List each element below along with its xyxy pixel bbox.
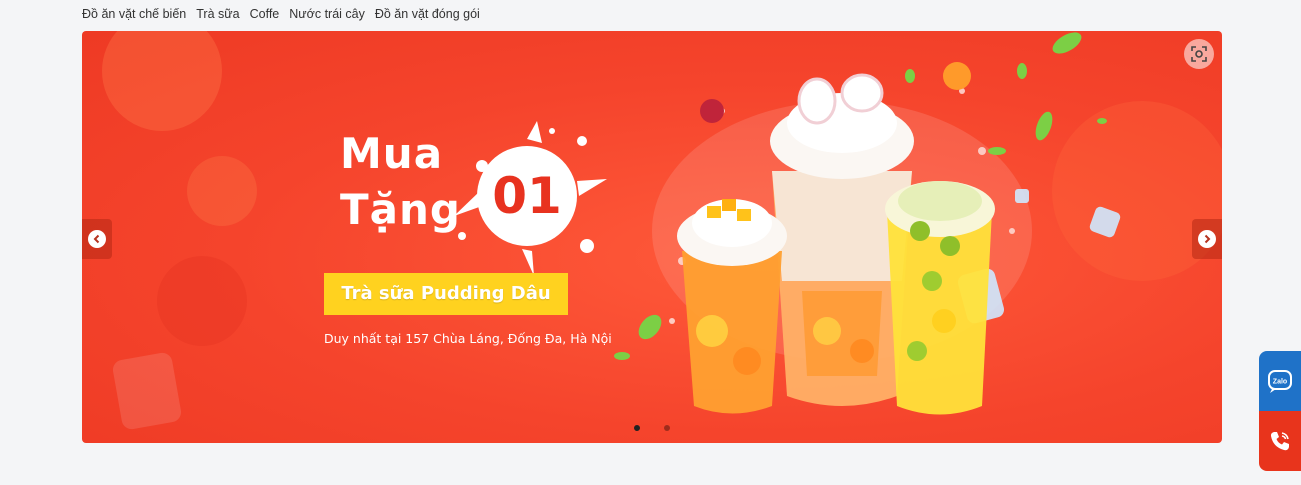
prev-slide-button[interactable] (82, 219, 112, 259)
next-slide-button[interactable] (1192, 219, 1222, 259)
store-address: Duy nhất tại 157 Chùa Láng, Đống Đa, Hà … (324, 331, 612, 346)
slide-indicators (634, 425, 670, 431)
arrow-left-icon (93, 234, 100, 244)
banner-artwork (102, 31, 1222, 430)
cup-left (677, 199, 787, 414)
scan-icon (1191, 46, 1207, 62)
zalo-contact-button[interactable]: Zalo (1259, 351, 1301, 411)
arrow-right-icon (1204, 234, 1211, 244)
category-nav: Đồ ăn vặt chế biến Trà sữa Coffe Nước tr… (82, 5, 480, 23)
nav-item-tra-sua[interactable]: Trà sữa (196, 7, 239, 21)
headline-line-2: Tặng (340, 185, 461, 234)
promo-banner[interactable]: Mua Tặng 01 Trà sữa Pudding Dâu Duy nhất… (82, 31, 1222, 443)
nav-item-nuoc-trai-cay[interactable]: Nước trái cây (289, 7, 365, 21)
promo-number: 01 (492, 167, 562, 225)
nav-item-do-an-vat-che-bien[interactable]: Đồ ăn vặt chế biến (82, 7, 186, 21)
nav-item-do-an-vat-dong-goi[interactable]: Đồ ăn vặt đóng gói (375, 7, 480, 21)
nav-item-coffe[interactable]: Coffe (250, 7, 280, 21)
phone-contact-button[interactable] (1259, 411, 1301, 471)
phone-icon (1270, 432, 1289, 451)
scan-button[interactable] (1184, 39, 1214, 69)
slide-dot-2[interactable] (664, 425, 670, 431)
zalo-label: Zalo (1273, 379, 1287, 386)
headline-line-1: Mua (340, 129, 444, 178)
zalo-icon: Zalo (1268, 370, 1292, 393)
slide-dot-1[interactable] (634, 425, 640, 431)
promo-product-label: Trà sữa Pudding Dâu (324, 273, 568, 315)
cup-right (885, 181, 995, 415)
headline: Mua Tặng (340, 126, 461, 238)
